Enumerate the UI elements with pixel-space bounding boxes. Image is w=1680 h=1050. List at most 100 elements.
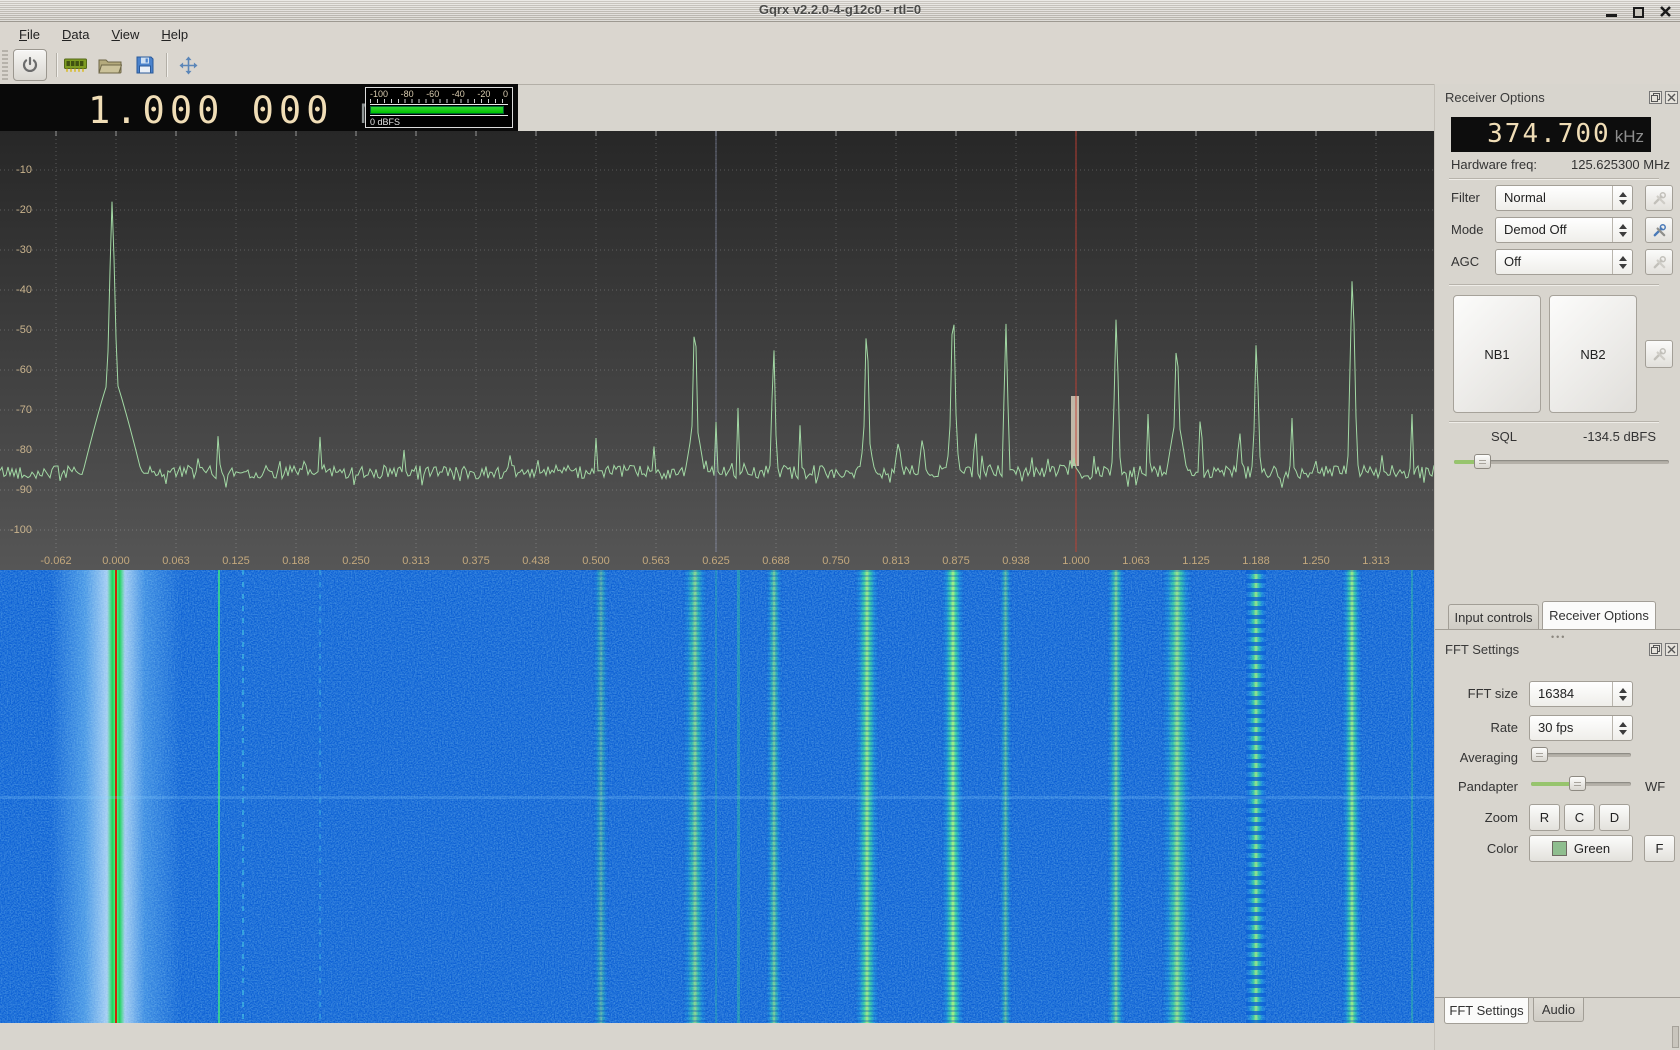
close-icon [1659,5,1672,18]
spin-arrows[interactable] [1612,186,1632,210]
menu-item-view[interactable]: View [100,24,150,45]
fft-settings-title: FFT Settings [1445,642,1519,657]
filter-label: Filter [1451,190,1480,205]
spin-down-icon[interactable] [1619,232,1627,237]
gqrx-window: Gqrx v2.2.0-4-g12c0 - rtl=0 FileDataView… [0,0,1680,1050]
splitter-handle[interactable]: ••• [1551,632,1566,642]
y-axis-label: -40 [2,284,32,296]
tab-receiver-options[interactable]: Receiver Options [1542,601,1656,629]
save-icon [135,55,155,75]
frequency-display[interactable]: 1.000 000 MHz -100-80-60-40-200 0 dBFS [0,84,518,131]
agc-options-button[interactable] [1645,249,1673,275]
zoom-d-button[interactable]: D [1599,804,1630,831]
sql-slider-fill [1454,460,1476,464]
y-axis-label: -90 [2,484,32,496]
pandapter-slider-handle[interactable] [1569,776,1586,791]
spin-down-icon[interactable] [1619,730,1627,735]
memory-icon [64,58,87,73]
power-button[interactable] [13,49,47,81]
x-axis-label: 0.000 [90,555,142,567]
meter-scale-tick: -20 [477,89,490,99]
spin-arrows[interactable] [1612,682,1632,706]
spin-down-icon[interactable] [1619,264,1627,269]
agc-label: AGC [1451,254,1479,269]
waterfall-display[interactable] [0,570,1434,1023]
meter-divider [370,104,508,105]
iq-recorder-button[interactable] [63,54,87,76]
frequency-value[interactable]: 1.000 000 [88,89,333,132]
dock-float-button[interactable] [1649,91,1662,104]
x-axis-label: 0.313 [390,555,442,567]
spin-up-icon[interactable] [1619,192,1627,197]
spin-up-icon[interactable] [1619,224,1627,229]
spin-arrows[interactable] [1612,716,1632,740]
offset-frequency-value[interactable]: 374.700 [1487,119,1611,149]
menu-item-help[interactable]: Help [150,24,199,45]
menu-item-data[interactable]: Data [51,24,100,45]
sidebar: Receiver Options 374.700kHz Hardware fre… [1434,84,1680,1050]
fft-size-spinbox[interactable]: 16384 [1529,681,1633,707]
filter-spinbox[interactable]: Normal [1495,185,1633,211]
spin-arrows[interactable] [1612,218,1632,242]
dock-close-button[interactable] [1665,91,1678,104]
rate-value: 30 fps [1538,720,1573,735]
pan-button[interactable] [176,54,200,76]
save-button[interactable] [133,54,157,76]
rate-spinbox[interactable]: 30 fps [1529,715,1633,741]
tab-input-controls[interactable]: Input controls [1448,604,1539,629]
meter-scale: -100-80-60-40-200 [370,89,508,99]
spin-up-icon[interactable] [1619,688,1627,693]
spectrum-plot[interactable]: -10-20-30-40-50-60-70-80-90-100 -0.0620.… [0,131,1434,570]
tab-audio[interactable]: Audio [1533,998,1584,1022]
nb1-button[interactable]: NB1 [1453,295,1541,413]
fill-button[interactable]: F [1644,835,1675,862]
tab-fft-settings[interactable]: FFT Settings [1444,998,1529,1024]
receiver-options-title: Receiver Options [1445,90,1545,105]
x-axis-label: 1.250 [1290,555,1342,567]
meter-scale-tick: -40 [452,89,465,99]
power-icon [20,55,40,75]
averaging-slider-handle[interactable] [1531,747,1548,762]
x-axis-label: 0.938 [990,555,1042,567]
divider [1449,284,1659,285]
minimize-button[interactable] [1604,4,1618,18]
x-axis-label: 0.500 [570,555,622,567]
close-button[interactable] [1658,4,1672,18]
spin-down-icon[interactable] [1619,696,1627,701]
x-axis-label: 1.188 [1230,555,1282,567]
spin-up-icon[interactable] [1619,256,1627,261]
zoom-r-button[interactable]: R [1529,804,1560,831]
scrollbar-corner[interactable] [1672,1026,1679,1048]
toolbar [0,46,1680,85]
averaging-label: Averaging [1435,750,1518,765]
frequency-digits[interactable]: 1.000 000 MHz [88,89,413,132]
sql-slider-handle[interactable] [1474,454,1491,469]
x-axis-label: 1.000 [1050,555,1102,567]
nb-options-button[interactable] [1645,340,1673,368]
nb2-button[interactable]: NB2 [1549,295,1637,413]
open-button[interactable] [98,54,122,76]
dock-float-button[interactable] [1649,643,1662,656]
toolbar-grip[interactable] [2,50,8,80]
filter-options-button[interactable] [1645,185,1673,211]
spin-down-icon[interactable] [1619,200,1627,205]
agc-spinbox[interactable]: Off [1495,249,1633,275]
menu-item-file[interactable]: File [8,24,51,45]
color-label: Color [1435,841,1518,856]
spin-up-icon[interactable] [1619,722,1627,727]
restore-button[interactable] [1631,4,1645,18]
pandapter-label: Pandapter [1435,779,1518,794]
dock-close-button[interactable] [1665,643,1678,656]
mode-spinbox[interactable]: Demod Off [1495,217,1633,243]
offset-frequency-display[interactable]: 374.700kHz [1451,117,1651,152]
y-axis-label: -100 [2,524,32,536]
zoom-c-button[interactable]: C [1564,804,1595,831]
divider [1449,178,1659,179]
mode-options-button[interactable] [1645,217,1673,243]
filter-value: Normal [1504,190,1546,205]
hardware-freq-value: 125.625300 MHz [1571,157,1670,172]
color-select[interactable]: Green [1529,835,1633,862]
spin-arrows[interactable] [1612,250,1632,274]
meter-ticks [370,99,508,103]
toolbar-separator [56,53,58,77]
